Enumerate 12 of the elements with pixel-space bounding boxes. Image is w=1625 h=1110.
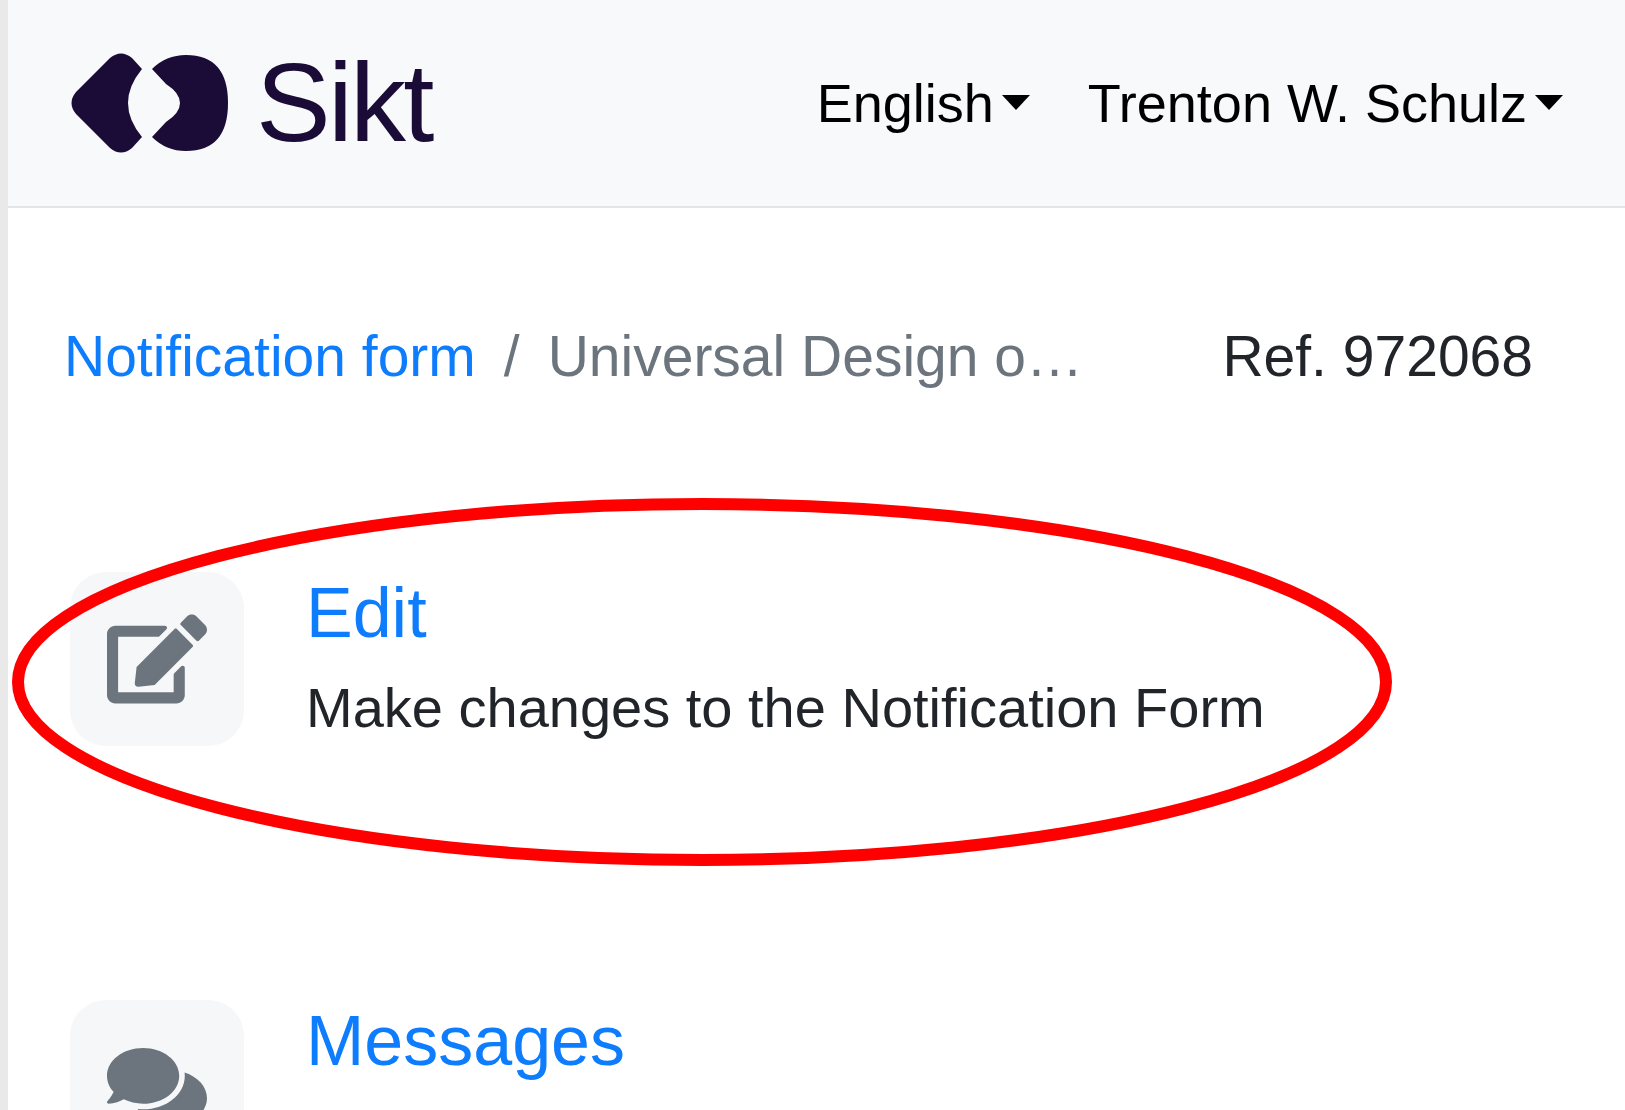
- breadcrumb-link[interactable]: Notification form: [64, 314, 476, 400]
- action-link[interactable]: Edit: [306, 577, 1265, 648]
- breadcrumb-separator: /: [503, 323, 520, 390]
- action-description: Make changes to the Notification Form: [306, 674, 1265, 741]
- caret-icon: [1001, 95, 1030, 111]
- logo-icon: [70, 52, 228, 154]
- logo-text: Sikt: [256, 47, 432, 159]
- breadcrumb-current: Universal Design o…: [547, 323, 1084, 390]
- reference-number: Ref. 972068: [1222, 323, 1533, 390]
- language-dropdown[interactable]: English: [816, 62, 1030, 144]
- user-dropdown[interactable]: Trenton W. Schulz: [1087, 62, 1563, 144]
- caret-icon: [1535, 95, 1563, 111]
